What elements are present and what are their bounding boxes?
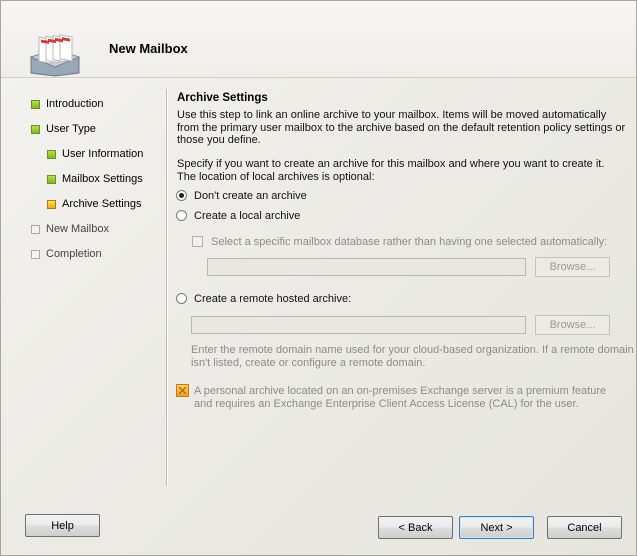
radio-no-archive[interactable]: [176, 190, 187, 201]
step-complete-icon: [31, 99, 40, 109]
step-pending-icon: [31, 224, 40, 234]
step-complete-icon: [31, 124, 40, 134]
step-mailbox-settings[interactable]: Mailbox Settings: [47, 171, 143, 187]
radio-local-archive-label[interactable]: Create a local archive: [194, 210, 300, 223]
cancel-button[interactable]: Cancel: [547, 516, 622, 539]
step-archive-settings[interactable]: Archive Settings: [47, 196, 141, 212]
intro-line: from the primary user mailbox to the arc…: [177, 121, 626, 134]
step-complete-icon: [47, 149, 56, 159]
browse-remote-button[interactable]: Browse...: [535, 315, 610, 335]
next-button[interactable]: Next >: [459, 516, 534, 539]
step-user-information[interactable]: User Information: [47, 146, 143, 162]
step-label: Introduction: [46, 98, 104, 110]
radio-remote-archive[interactable]: [176, 293, 187, 304]
wizard-header: New Mailbox: [1, 1, 636, 77]
wizard-title: New Mailbox: [109, 41, 188, 56]
intro-line: Use this step to link an online archive …: [177, 109, 607, 121]
step-pending-icon: [31, 249, 40, 259]
header-divider: [1, 77, 636, 78]
step-label: User Type: [46, 123, 96, 135]
nav-divider-highlight: [167, 89, 168, 486]
radio-local-archive[interactable]: [176, 210, 187, 221]
notice-line: A personal archive located on an on-prem…: [194, 385, 607, 397]
specify-line: The location of local archives is option…: [177, 170, 375, 183]
step-new-mailbox[interactable]: New Mailbox: [31, 221, 109, 237]
specify-line: Specify if you want to create an archive…: [177, 158, 605, 170]
step-label: New Mailbox: [46, 223, 109, 235]
remote-hint-line: isn't listed, create or configure a remo…: [191, 356, 426, 369]
help-button[interactable]: Help: [25, 514, 100, 537]
select-database-checkbox[interactable]: [192, 236, 203, 247]
section-title: Archive Settings: [177, 92, 268, 104]
remote-domain-field[interactable]: [191, 316, 526, 334]
select-database-label: Select a specific mailbox database rathe…: [211, 236, 608, 248]
step-label: Completion: [46, 248, 102, 260]
license-notice: A personal archive located on an on-prem…: [194, 385, 606, 410]
step-user-type[interactable]: User Type: [31, 121, 96, 137]
step-complete-icon: [47, 174, 56, 184]
step-current-icon: [47, 199, 56, 209]
specify-text: Specify if you want to create an archive…: [177, 158, 604, 183]
remote-hint-line: Enter the remote domain name used for yo…: [191, 344, 634, 356]
step-label: User Information: [62, 148, 144, 160]
notice-line: and requires an Exchange Enterprise Clie…: [194, 397, 579, 410]
intro-line: those you define.: [177, 134, 261, 146]
license-warning-icon: [176, 384, 189, 397]
intro-text: Use this step to link an online archive …: [177, 109, 625, 147]
step-completion[interactable]: Completion: [31, 246, 102, 262]
browse-database-button[interactable]: Browse...: [535, 257, 610, 277]
step-label: Mailbox Settings: [62, 173, 143, 185]
remote-hint-text: Enter the remote domain name used for yo…: [191, 344, 634, 369]
wizard-window: New Mailbox Introduction User Type User …: [0, 0, 637, 556]
mailbox-icon: [29, 34, 81, 77]
radio-no-archive-label[interactable]: Don't create an archive: [194, 190, 307, 203]
step-label: Archive Settings: [62, 198, 142, 210]
step-introduction[interactable]: Introduction: [31, 96, 103, 112]
radio-remote-archive-label[interactable]: Create a remote hosted archive:: [194, 293, 351, 306]
local-database-field[interactable]: [207, 258, 526, 276]
back-button[interactable]: < Back: [378, 516, 453, 539]
